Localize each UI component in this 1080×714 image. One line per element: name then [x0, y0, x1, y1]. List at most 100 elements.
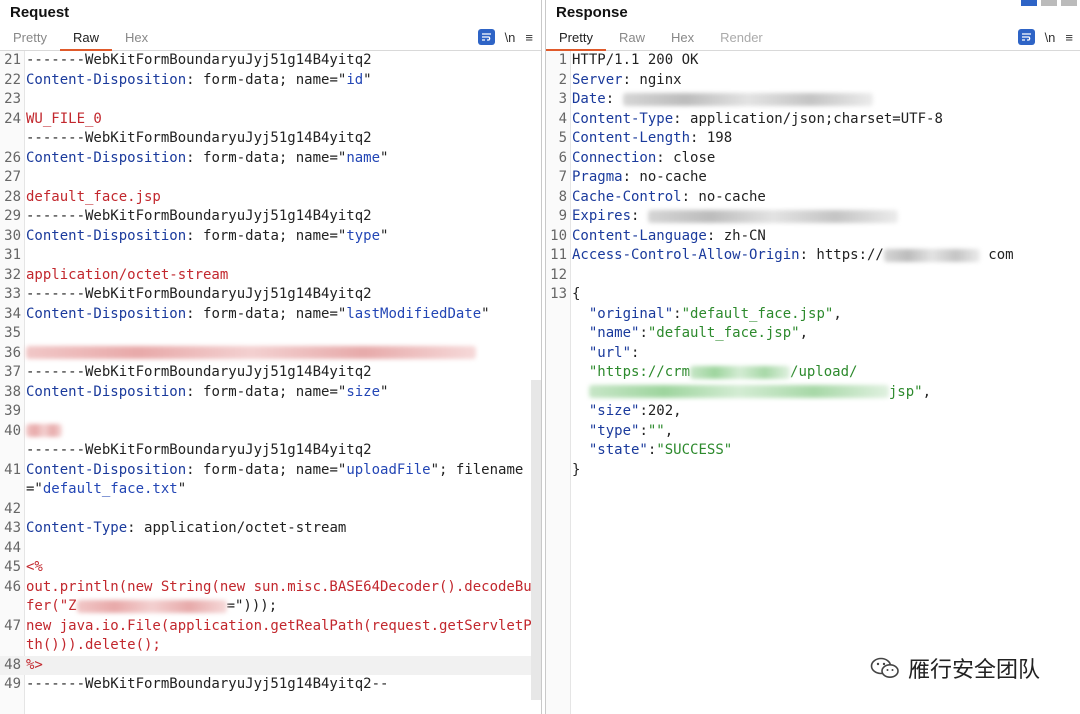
redacted-text [26, 424, 62, 437]
line-number: 28 [4, 188, 21, 205]
code-line[interactable]: 28 default_face.jsp [0, 188, 541, 208]
code-line[interactable]: 29 -------WebKitFormBoundaryuJyj51g14B4yi… [0, 207, 541, 227]
code-line[interactable]: "state":"SUCCESS" [546, 441, 1080, 461]
wrap-icon[interactable] [1017, 29, 1035, 45]
code-token: default_face.jsp [26, 188, 161, 205]
code-line[interactable]: -------WebKitFormBoundaryuJyj51g14B4yitq… [0, 129, 541, 149]
code-line[interactable]: 36 [0, 344, 541, 364]
code-line[interactable]: "name":"default_face.jsp", [546, 324, 1080, 344]
code-token: "type" [572, 422, 640, 439]
code-token: -------WebKitFormBoundaryuJyj51g14B4yitq… [26, 442, 372, 458]
code-token: lastModifiedDate [346, 305, 482, 322]
code-token: : application/json;charset=UTF-8 [673, 110, 943, 127]
menu-icon[interactable]: ≡ [525, 30, 533, 45]
line-number: 26 [4, 149, 21, 166]
code-line[interactable]: 37 -------WebKitFormBoundaryuJyj51g14B4yi… [0, 363, 541, 383]
code-line[interactable]: 48 %> [0, 655, 541, 675]
code-line[interactable]: 27 [0, 168, 541, 188]
request-editor[interactable]: 21 -------WebKitFormBoundaryuJyj51g14B4yi… [0, 51, 541, 714]
code-token: Content-Length [572, 130, 691, 146]
window-controls[interactable] [1021, 0, 1077, 6]
response-viewer[interactable]: 1 HTTP/1.1 200 OK 2 Server: nginx 3 Date: 4 Co… [546, 51, 1080, 714]
code-line[interactable]: 35 [0, 324, 541, 344]
code-line[interactable]: 47 new java.io.File(application.getRealPa… [0, 617, 541, 656]
code-line[interactable]: "https://crm/upload/ [546, 363, 1080, 383]
code-line[interactable]: 34 Content-Disposition: form-data; name="… [0, 305, 541, 325]
code-token: " [481, 305, 490, 322]
menu-icon[interactable]: ≡ [1065, 30, 1073, 45]
code-line[interactable]: 39 [0, 402, 541, 422]
request-panel: Request Pretty Raw Hex \n ≡ 21 -------WebKi… [0, 0, 542, 714]
code-token: Access-Control-Allow-Origin [572, 247, 800, 263]
code-line[interactable]: 46 out.println(new String(new sun.misc.BA… [0, 578, 541, 617]
code-line[interactable]: "url": [546, 344, 1080, 364]
code-line[interactable]: 11 Access-Control-Allow-Origin: https:// … [546, 246, 1080, 266]
response-tab-raw[interactable]: Raw [606, 26, 658, 49]
response-panel: Response Pretty Raw Hex Render \n ≡ 1 HTTP/1… [545, 0, 1080, 714]
code-line[interactable]: 7 Pragma: no-cache [546, 168, 1080, 188]
code-line[interactable]: 43 Content-Type: application/octet-stream [0, 519, 541, 539]
code-line[interactable]: 38 Content-Disposition: form-data; name="… [0, 383, 541, 403]
line-number: 36 [4, 344, 21, 361]
code-line[interactable]: 6 Connection: close [546, 149, 1080, 169]
response-tab-hex[interactable]: Hex [658, 26, 707, 49]
code-line[interactable]: 24 WU_FILE_0 [0, 110, 541, 130]
code-line[interactable]: 10 Content-Language: zh-CN [546, 227, 1080, 247]
code-line[interactable]: 8 Cache-Control: no-cache [546, 188, 1080, 208]
line-number: 21 [4, 52, 21, 68]
code-token: /upload/ [790, 364, 858, 380]
code-token: new java.io.File(application.getRealPath… [26, 617, 541, 654]
code-line[interactable]: 4 Content-Type: application/json;charset=… [546, 110, 1080, 130]
code-line[interactable]: 23 [0, 90, 541, 110]
code-line[interactable]: 5 Content-Length: 198 [546, 129, 1080, 149]
code-line[interactable]: 42 [0, 500, 541, 520]
code-token: : https:// [799, 247, 884, 263]
redacted-text [588, 385, 889, 398]
code-line[interactable]: 41 Content-Disposition: form-data; name="… [0, 461, 541, 500]
code-line[interactable]: "type":"", [546, 422, 1080, 442]
code-line[interactable]: jsp", [546, 383, 1080, 403]
response-tab-render[interactable]: Render [707, 26, 776, 49]
code-line[interactable]: 44 [0, 539, 541, 559]
response-title: Response [556, 4, 628, 21]
code-line[interactable]: 31 [0, 246, 541, 266]
code-line[interactable]: "size":202, [546, 402, 1080, 422]
code-token: Content-Disposition [26, 461, 187, 478]
newline-toggle-icon[interactable]: \n [1045, 30, 1056, 45]
code-line[interactable]: 13 { [546, 285, 1080, 305]
code-token: , [664, 422, 674, 439]
code-token: ="))); [226, 598, 278, 614]
request-tab-pretty[interactable]: Pretty [0, 26, 60, 49]
code-token: -------WebKitFormBoundaryuJyj51g14B4yitq… [26, 676, 389, 692]
request-tab-raw[interactable]: Raw [59, 26, 112, 51]
code-token: " [177, 481, 187, 497]
code-line[interactable]: 21 -------WebKitFormBoundaryuJyj51g14B4yi… [0, 51, 541, 71]
line-number: 38 [4, 383, 21, 400]
line-number: 49 [4, 676, 21, 692]
code-line[interactable]: } [546, 461, 1080, 481]
newline-toggle-icon[interactable]: \n [505, 30, 516, 45]
wrap-icon[interactable] [477, 29, 495, 45]
code-line[interactable]: "original":"default_face.jsp", [546, 305, 1080, 325]
code-token: " [363, 71, 372, 88]
code-line[interactable]: 9 Expires: [546, 207, 1080, 227]
code-line[interactable]: -------WebKitFormBoundaryuJyj51g14B4yitq… [0, 441, 541, 461]
request-tab-hex[interactable]: Hex [112, 26, 161, 49]
code-line[interactable]: 1 HTTP/1.1 200 OK [546, 51, 1080, 71]
code-line[interactable]: 2 Server: nginx [546, 71, 1080, 91]
code-line[interactable]: 3 Date: [546, 90, 1080, 110]
code-line[interactable]: 45 <% [0, 558, 541, 578]
code-line[interactable]: 22 Content-Disposition: form-data; name="… [0, 71, 541, 91]
code-line[interactable]: 30 Content-Disposition: form-data; name="… [0, 227, 541, 247]
code-line[interactable]: 33 -------WebKitFormBoundaryuJyj51g14B4yi… [0, 285, 541, 305]
code-token: : form-data; name=" [186, 305, 347, 322]
code-line[interactable]: 49 -------WebKitFormBoundaryuJyj51g14B4yi… [0, 675, 541, 695]
code-token: Content-Disposition [26, 383, 187, 400]
response-tab-pretty[interactable]: Pretty [546, 26, 606, 51]
code-line[interactable]: 12 [546, 266, 1080, 286]
code-token: Server [572, 71, 623, 88]
code-line[interactable]: 32 application/octet-stream [0, 266, 541, 286]
code-line[interactable]: 26 Content-Disposition: form-data; name="… [0, 149, 541, 169]
request-scrollbar[interactable] [531, 380, 541, 700]
code-line[interactable]: 40 [0, 422, 541, 442]
